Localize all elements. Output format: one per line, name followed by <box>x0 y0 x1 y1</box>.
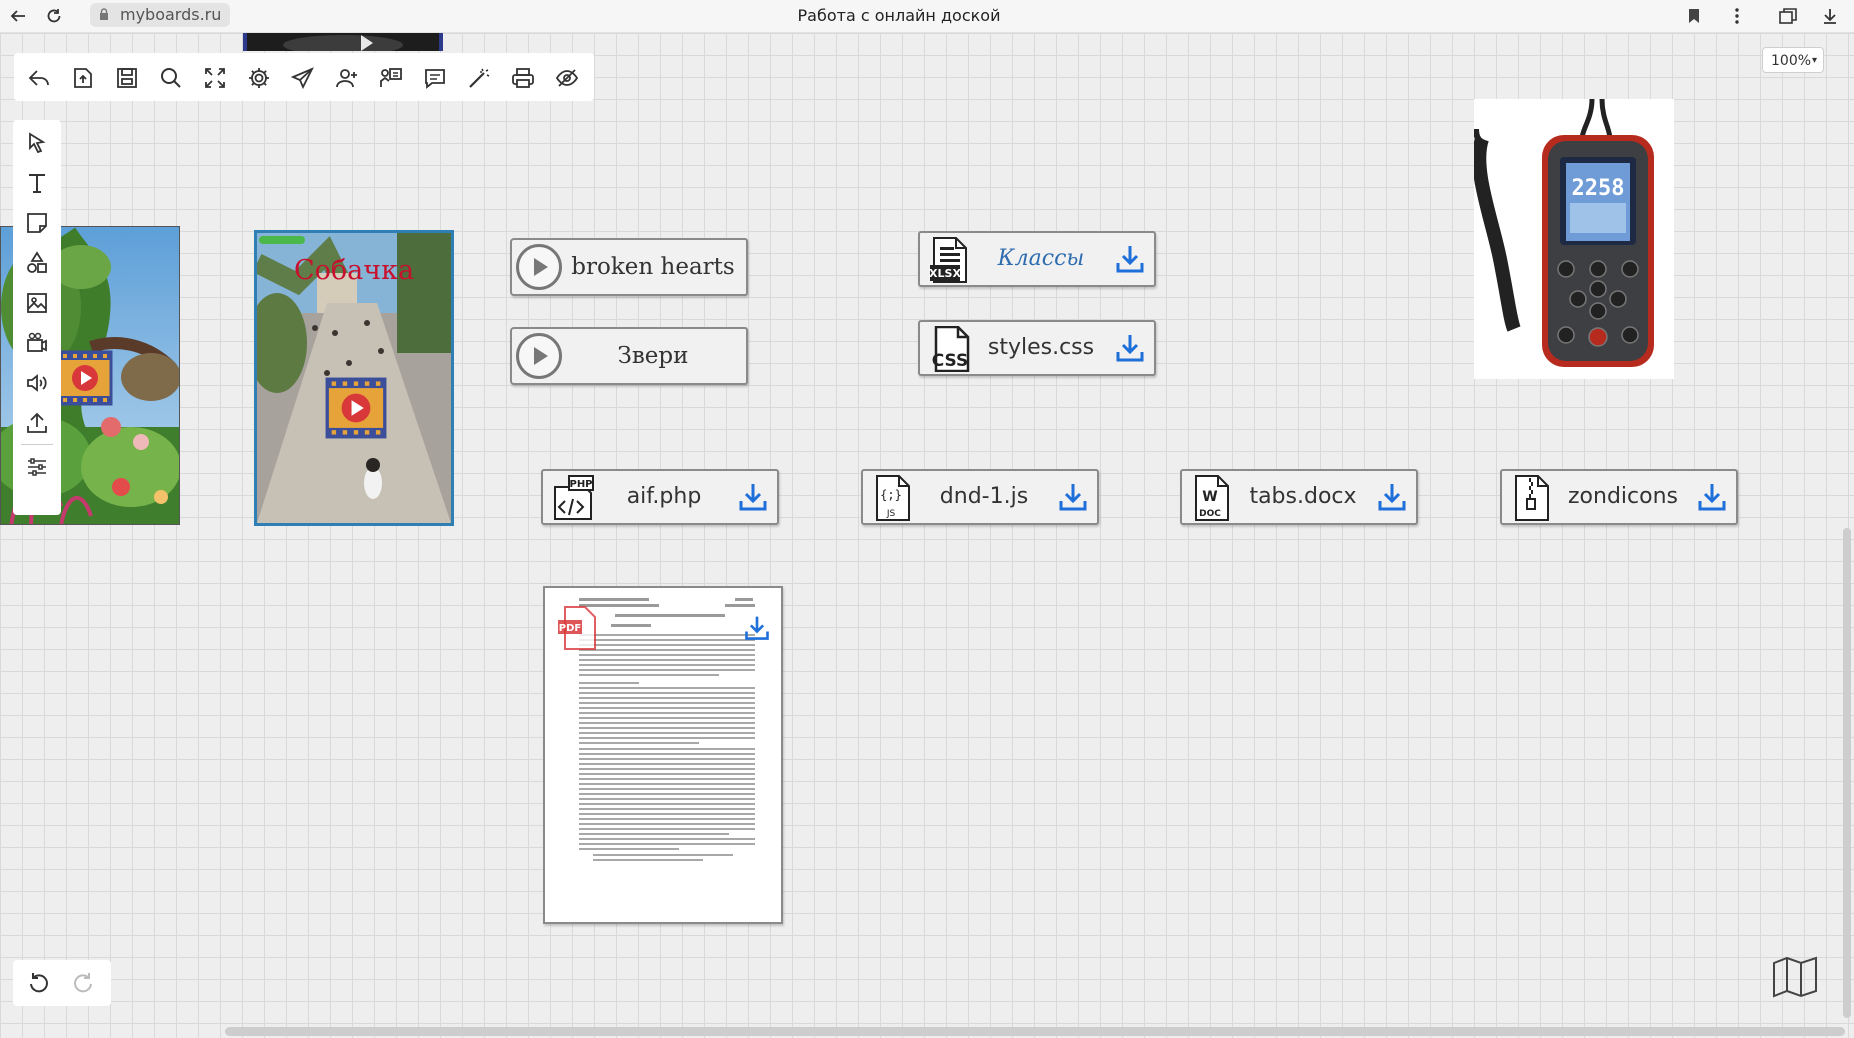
download-icon[interactable] <box>1696 481 1728 513</box>
vertical-scrollbar[interactable] <box>1843 528 1851 1018</box>
play-icon[interactable] <box>516 333 562 379</box>
js-file-icon: {;} JS <box>876 475 910 521</box>
upload-icon[interactable] <box>24 410 50 436</box>
adjust-sliders-icon[interactable] <box>24 454 50 480</box>
file-zondicons[interactable]: zondicons <box>1500 469 1738 525</box>
file-name: aif.php <box>626 484 702 509</box>
svg-text:PHP: PHP <box>569 479 592 490</box>
whiteboard-canvas[interactable]: Собачка broken hearts Звери XLSX Классы … <box>0 33 1854 1038</box>
file-name: dnd-1.js <box>939 484 1029 509</box>
play-icon[interactable] <box>516 244 562 290</box>
file-name: Классы <box>997 246 1085 271</box>
share-back-icon[interactable] <box>26 65 52 91</box>
add-user-icon[interactable] <box>334 65 360 91</box>
board-toolbar <box>14 53 594 101</box>
undo-icon[interactable] <box>27 971 51 995</box>
video-film-icon[interactable] <box>57 350 113 406</box>
doc-file-icon: W DOC <box>1195 475 1229 521</box>
redo-icon[interactable] <box>71 971 95 995</box>
browser-toolbar: myboards.ru Работа с онлайн доской <box>0 0 1854 33</box>
svg-text:{;}: {;} <box>880 488 902 502</box>
zoom-value: 100% <box>1771 53 1812 69</box>
page-title: Работа с онлайн доской <box>797 6 1001 25</box>
download-icon[interactable] <box>1114 332 1146 364</box>
device-screen-value: 2258 <box>1572 176 1625 201</box>
hide-eye-icon[interactable] <box>554 65 580 91</box>
php-file-icon: PHP <box>554 475 594 520</box>
video-camera-icon[interactable] <box>24 330 50 356</box>
pdf-file-icon: PDF <box>558 606 596 650</box>
svg-text:JS: JS <box>886 509 896 519</box>
image-tool-icon[interactable] <box>24 290 50 316</box>
file-name: styles.css <box>987 335 1095 360</box>
downloads-icon[interactable] <box>1820 6 1840 26</box>
pdf-document[interactable]: PDF <box>543 586 783 924</box>
search-icon[interactable] <box>158 65 184 91</box>
selection-handle[interactable] <box>259 236 305 244</box>
video-label: Собачка <box>293 255 415 286</box>
magic-wand-icon[interactable] <box>466 65 492 91</box>
video-dog[interactable]: Собачка <box>254 230 454 526</box>
css-file-icon: CSS <box>932 326 970 372</box>
file-klassy[interactable]: XLSX Классы <box>918 231 1156 287</box>
tools-sidebar <box>13 120 61 515</box>
file-name: zondicons <box>1568 484 1678 509</box>
xlsx-file-icon: XLSX <box>929 237 967 283</box>
file-tabs-docx[interactable]: W DOC tabs.docx <box>1180 469 1418 525</box>
send-paper-plane-icon[interactable] <box>290 65 316 91</box>
download-icon[interactable] <box>737 481 769 513</box>
file-name: tabs.docx <box>1249 484 1357 509</box>
open-file-icon[interactable] <box>70 65 96 91</box>
bookmark-icon[interactable] <box>1684 6 1704 26</box>
file-aif-php[interactable]: PHP aif.php <box>541 469 779 525</box>
comment-icon[interactable] <box>422 65 448 91</box>
download-icon[interactable] <box>743 614 771 642</box>
audio-broken-hearts[interactable]: broken hearts <box>510 238 748 296</box>
presentation-icon[interactable] <box>378 65 404 91</box>
svg-text:W: W <box>1202 489 1217 505</box>
svg-text:CSS: CSS <box>932 351 969 371</box>
print-icon[interactable] <box>510 65 536 91</box>
settings-gear-icon[interactable] <box>246 65 272 91</box>
sticky-note-icon[interactable] <box>24 210 50 236</box>
svg-text:DOC: DOC <box>1199 509 1221 519</box>
video-frame-top[interactable] <box>243 33 443 51</box>
shapes-icon[interactable] <box>24 250 50 276</box>
minimap-map-icon[interactable] <box>1772 955 1818 999</box>
more-menu-icon[interactable] <box>1727 6 1747 26</box>
svg-text:XLSX: XLSX <box>929 267 961 280</box>
text-tool-icon[interactable] <box>24 170 50 196</box>
pointer-cursor-icon[interactable] <box>24 130 50 156</box>
file-styles-css[interactable]: CSS styles.css <box>918 320 1156 376</box>
sidebar-divider <box>21 444 53 445</box>
svg-text:PDF: PDF <box>559 623 581 634</box>
download-icon[interactable] <box>1376 481 1408 513</box>
download-icon[interactable] <box>1057 481 1089 513</box>
chevron-down-icon: ▾ <box>1811 55 1817 66</box>
fit-screen-icon[interactable] <box>202 65 228 91</box>
audio-speaker-icon[interactable] <box>24 370 50 396</box>
device-image[interactable]: 2258 <box>1474 99 1674 379</box>
video-film-icon[interactable] <box>325 377 387 439</box>
zoom-select[interactable]: 100% ▾ <box>1762 47 1824 73</box>
undo-redo-panel <box>13 960 111 1006</box>
horizontal-scrollbar[interactable] <box>225 1027 1845 1036</box>
collections-icon[interactable] <box>1778 6 1798 26</box>
file-dnd-js[interactable]: {;} JS dnd-1.js <box>861 469 1099 525</box>
save-icon[interactable] <box>114 65 140 91</box>
download-icon[interactable] <box>1114 243 1146 275</box>
audio-title: broken hearts <box>571 254 735 280</box>
zip-file-icon <box>1515 475 1549 521</box>
audio-zveri[interactable]: Звери <box>510 327 748 385</box>
audio-title: Звери <box>617 343 689 369</box>
